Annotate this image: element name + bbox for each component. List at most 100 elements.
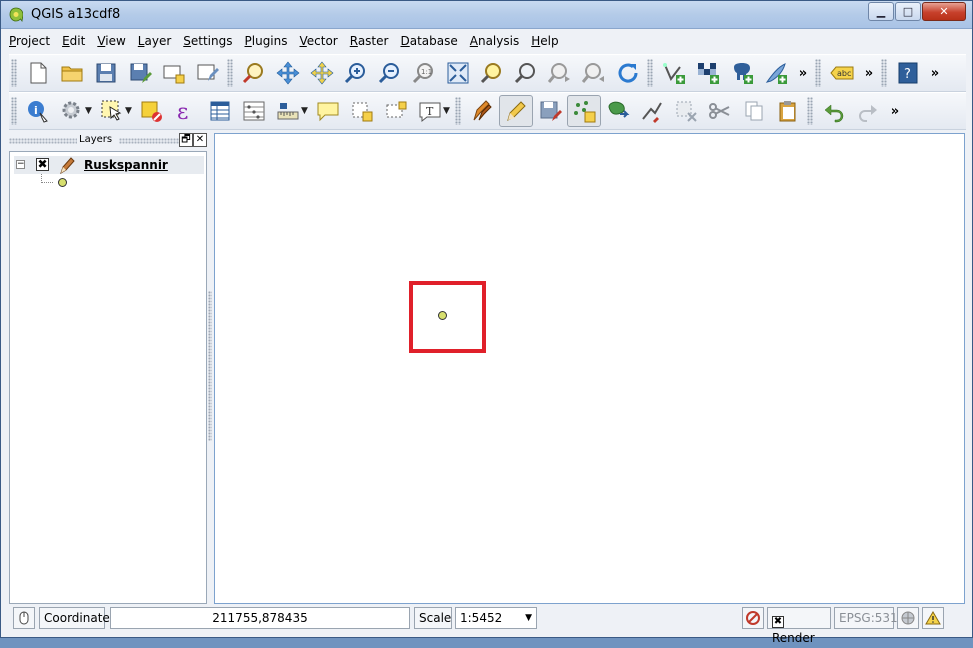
stop-render-button[interactable] [742,607,764,629]
menu-help[interactable]: Help [531,32,558,53]
show-bookmarks-button[interactable] [379,95,413,127]
copy-features-button[interactable] [737,95,771,127]
new-bookmark-button[interactable] [345,95,379,127]
toolbar-overflow-button[interactable]: » [885,104,905,119]
svg-text:?: ? [904,67,911,82]
label-tool-button[interactable]: abc [825,57,859,89]
toolbar-grip[interactable] [807,97,813,125]
svg-text:abc: abc [837,69,851,78]
menu-raster[interactable]: Raster [350,32,389,53]
mouse-icon [19,611,29,625]
zoom-full-button[interactable] [441,57,475,89]
toolbar-grip[interactable] [455,97,461,125]
map-point-feature[interactable] [438,311,447,320]
pan-to-selected-button[interactable] [305,57,339,89]
deselect-all-button[interactable] [135,95,169,127]
menu-vector[interactable]: Vector [300,32,338,53]
magnifier-pan-icon [242,63,263,84]
scale-combobox[interactable]: 1:5452 ▼ [455,607,537,629]
node-tool-button[interactable] [635,95,669,127]
add-spatialite-layer-button[interactable] [759,57,793,89]
zoom-native-button[interactable]: 1:1 [407,57,441,89]
toolbar-grip[interactable] [881,59,887,87]
menu-layer[interactable]: Layer [138,32,171,53]
toolbar-grip[interactable] [11,59,17,87]
toolbar-grip[interactable] [11,97,17,125]
collapse-toggle[interactable]: − [16,160,25,169]
toggle-editing-button[interactable] [499,95,533,127]
paste-features-button[interactable] [771,95,805,127]
close-button[interactable]: ✕ [922,2,966,21]
zoom-next-button[interactable] [577,57,611,89]
render-checkbox[interactable]: ✖ Render [767,607,831,645]
layer-item[interactable]: − ✖ Ruskspannir [14,156,204,174]
zoom-in-button[interactable] [339,57,373,89]
node-tool-icon [642,102,662,123]
map-tips-button[interactable] [311,95,345,127]
save-as-button[interactable] [123,57,157,89]
messages-button[interactable] [922,607,944,629]
toolbar-overflow-button[interactable]: » [859,66,879,81]
toolbar-main: 1:1 » abc » ? » [9,54,966,92]
run-action-button[interactable] [55,95,89,127]
menu-analysis[interactable]: Analysis [470,32,519,53]
toolbar-overflow-button[interactable]: » [793,66,813,81]
coordinate-field[interactable]: 211755,878435 [110,607,410,629]
menu-database[interactable]: Database [400,32,457,53]
select-by-expression-button[interactable]: ε [169,95,203,127]
zoom-last-button[interactable] [543,57,577,89]
composer-manager-button[interactable] [191,57,225,89]
pan-map-button[interactable] [271,57,305,89]
float-panel-button[interactable]: 🗗 [179,133,193,147]
field-calculator-button[interactable] [237,95,271,127]
toolbar-grip[interactable] [227,59,233,87]
toolbar-grip[interactable] [647,59,653,87]
select-features-button[interactable] [95,95,129,127]
menu-settings[interactable]: Settings [183,32,232,53]
add-postgis-layer-button[interactable] [725,57,759,89]
text-annotation-button[interactable]: T [413,95,447,127]
select-rectangle-icon [101,100,122,121]
identify-features-button[interactable]: i [21,95,55,127]
panel-splitter-handle[interactable] [208,291,212,441]
crs-button[interactable] [897,607,919,629]
move-feature-button[interactable] [601,95,635,127]
elephant-icon [734,63,753,84]
minimize-button[interactable]: ▁ [868,2,894,21]
refresh-button[interactable] [611,57,645,89]
toolbar-overflow-button[interactable]: » [925,66,945,81]
undo-button[interactable] [817,95,851,127]
save-layer-edits-button[interactable] [533,95,567,127]
menu-view[interactable]: View [97,32,125,53]
map-canvas[interactable] [214,133,965,604]
measure-line-button[interactable] [271,95,305,127]
new-project-button[interactable] [21,57,55,89]
cut-features-button[interactable] [703,95,737,127]
menu-plugins[interactable]: Plugins [245,32,288,53]
toolbar-grip[interactable] [815,59,821,87]
pan-to-selection-button[interactable] [237,57,271,89]
maximize-button[interactable]: □ [895,2,921,21]
crs-status[interactable]: EPSG:5318 [834,607,905,629]
layer-visibility-checkbox[interactable]: ✖ [36,158,49,171]
current-edits-button[interactable] [465,95,499,127]
help-contents-button[interactable]: ? [891,57,925,89]
open-project-button[interactable] [55,57,89,89]
toggle-extents-button[interactable] [13,607,35,629]
add-raster-layer-button[interactable] [691,57,725,89]
delete-selected-button[interactable] [669,95,703,127]
menu-project[interactable]: Project [9,32,50,53]
open-attribute-table-button[interactable] [203,95,237,127]
save-project-button[interactable] [89,57,123,89]
add-vector-layer-button[interactable] [657,57,691,89]
zoom-out-button[interactable] [373,57,407,89]
close-panel-button[interactable]: ✕ [193,133,207,147]
zoom-to-selection-button[interactable] [475,57,509,89]
menu-edit[interactable]: Edit [62,32,85,53]
layers-panel-header[interactable]: Layers 🗗 ✕ [9,133,207,149]
zoom-to-layer-button[interactable] [509,57,543,89]
layer-name[interactable]: Ruskspannir [84,158,168,172]
add-feature-button[interactable] [567,95,601,127]
redo-button[interactable] [851,95,885,127]
new-print-composer-button[interactable] [157,57,191,89]
